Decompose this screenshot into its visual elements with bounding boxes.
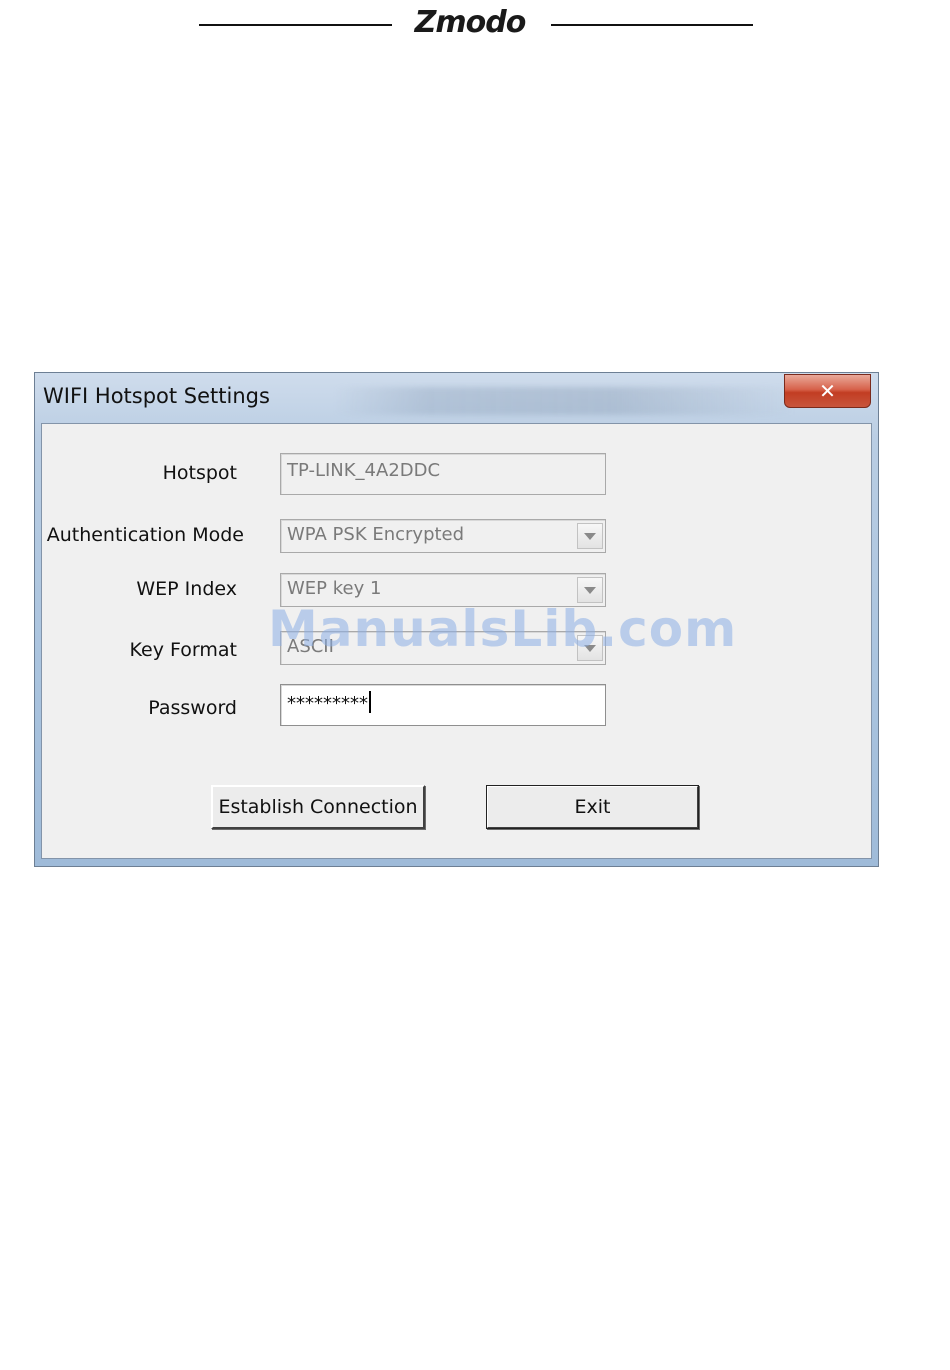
hotspot-field[interactable]: TP-LINK_4A2DDC (280, 453, 606, 495)
wep-index-label: WEP Index (136, 578, 237, 600)
auth-mode-value: WPA PSK Encrypted (287, 524, 465, 545)
close-icon: ✕ (819, 379, 836, 403)
watermark: ManualsLib.com (268, 600, 738, 658)
establish-connection-button[interactable]: Establish Connection (211, 785, 425, 829)
titlebar-background (335, 387, 795, 415)
password-value: ********* (287, 693, 368, 714)
chevron-down-icon[interactable] (577, 523, 603, 549)
password-label: Password (148, 697, 237, 719)
zmodo-logo: Zmodo (400, 0, 540, 44)
auth-mode-label: Authentication Mode (46, 524, 244, 546)
hotspot-label: Hotspot (162, 462, 237, 484)
header-rule-right (551, 24, 753, 26)
text-caret (369, 691, 371, 713)
password-input[interactable]: ********* (280, 684, 606, 726)
close-button[interactable]: ✕ (784, 374, 871, 408)
logo-text: Zmodo (414, 4, 527, 40)
key-format-label: Key Format (129, 639, 237, 661)
exit-button[interactable]: Exit (486, 785, 699, 829)
header-rule-left (199, 24, 392, 26)
dialog-title: WIFI Hotspot Settings (43, 384, 270, 408)
auth-mode-select[interactable]: WPA PSK Encrypted (280, 519, 606, 553)
wep-index-value: WEP key 1 (287, 578, 382, 599)
